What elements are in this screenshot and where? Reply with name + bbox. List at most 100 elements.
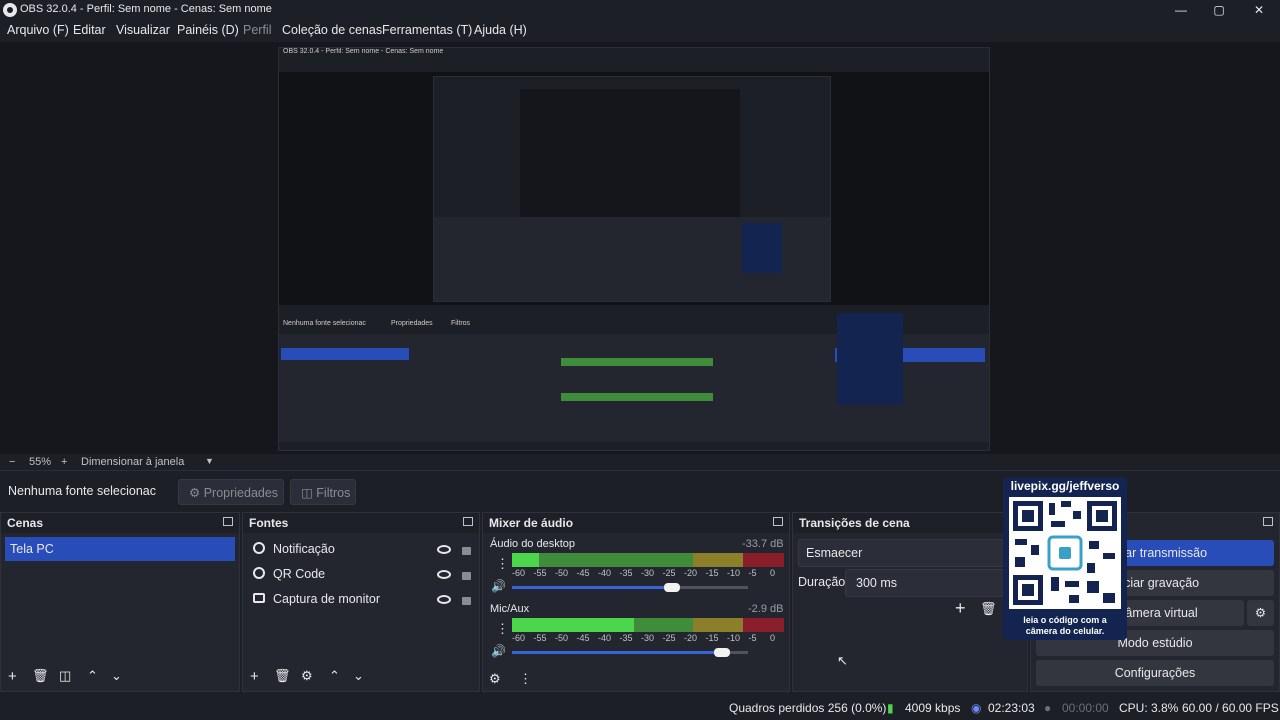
record-time: 00:00:00 (1062, 701, 1109, 715)
eye-icon[interactable] (437, 595, 451, 604)
add-scene-icon[interactable]: + (8, 668, 17, 685)
source-label: Captura de monitor (273, 592, 381, 606)
channel-db: -33.7 dB (742, 538, 784, 550)
maximize-icon[interactable]: ▢ (1204, 1, 1234, 19)
source-properties-icon[interactable]: ⚙ (301, 668, 313, 684)
meter-tick-label: -45 (576, 568, 590, 578)
eye-icon[interactable] (437, 545, 451, 554)
nested-preview (279, 72, 989, 305)
menu-editar[interactable]: Editar (73, 23, 106, 37)
menu-arquivo[interactable]: Arquivo (F) (7, 23, 69, 37)
meter-tick-label: -35 (619, 568, 633, 578)
undock-icon[interactable] (773, 517, 783, 526)
transition-select[interactable]: Esmaecer (798, 539, 1024, 567)
transitions-title: Transições de cena (793, 513, 1027, 533)
source-item[interactable]: QR Code (247, 562, 475, 586)
browser-icon (253, 542, 265, 554)
mixer-menu-icon[interactable]: ⋮ (519, 671, 532, 687)
gear-icon[interactable]: ⚙ (1247, 600, 1274, 626)
scenes-dock: Cenas Tela PC + 🗑 ◫ ⌃ ⌄ (0, 512, 240, 692)
source-label: Notificação (273, 542, 335, 556)
meter-tick-label: -30 (641, 633, 655, 643)
chevron-down-icon[interactable]: ▼ (205, 456, 214, 466)
lock-icon[interactable] (462, 547, 471, 555)
meter-tick-label: -50 (555, 568, 569, 578)
duration-spinbox[interactable]: 300 ms (845, 569, 1024, 597)
menu-perfil[interactable]: Perfil (243, 23, 271, 37)
eye-icon[interactable] (437, 570, 451, 579)
lock-icon[interactable] (462, 572, 471, 580)
stream-live-icon: ◉ (971, 701, 982, 715)
dropped-frames: Quadros perdidos 256 (0.0%) (729, 701, 887, 715)
channel-name: Áudio do desktop (490, 538, 576, 550)
mouse-cursor-icon: ↖ (837, 653, 848, 668)
transitions-dock: Transições de cena Esmaecer Duração 300 … (792, 512, 1028, 692)
source-item[interactable]: Captura de monitor (247, 587, 475, 611)
zoom-bar: − 55% + Dimensionar à janela ▼ (0, 454, 1280, 470)
volume-slider-knob[interactable] (714, 648, 731, 657)
preview-nested-capture: OBS 32.0.4 - Perfil: Sem nome - Cenas: S… (278, 47, 990, 451)
channel-name: Mic/Aux (490, 603, 530, 615)
source-item[interactable]: Notificação (247, 537, 475, 561)
meter-tick-label: -25 (662, 568, 676, 578)
meter-tick-label: -15 (705, 568, 719, 578)
status-bar: Quadros perdidos 256 (0.0%) ▮ 4009 kbps … (0, 697, 1280, 720)
meter-tick-label: -20 (684, 568, 698, 578)
nested-no-source: Nenhuma fonte selecionac (283, 320, 366, 327)
mixer-title: Mixer de áudio (483, 513, 789, 533)
volume-meter (512, 618, 784, 632)
lock-icon[interactable] (462, 597, 471, 605)
meter-tick-label: -5 (748, 568, 757, 578)
speaker-icon[interactable]: 🔊 (491, 644, 506, 658)
meter-zone-r (743, 618, 784, 632)
zoom-out-button[interactable]: − (9, 456, 15, 468)
nested-properties: Propriedades (391, 320, 433, 327)
no-source-label: Nenhuma fonte selecionac (8, 484, 157, 498)
bitrate: 4009 kbps (905, 701, 961, 715)
filter-icon: ◫ (301, 486, 313, 500)
menu-paineis[interactable]: Painéis (D) (177, 23, 239, 37)
properties-label: Propriedades (203, 486, 279, 500)
scene-item[interactable]: Tela PC (5, 537, 235, 561)
volume-meter (512, 553, 784, 567)
properties-button[interactable]: ⚙ Propriedades (178, 479, 284, 505)
move-up-icon[interactable]: ⌃ (329, 668, 340, 684)
remove-transition-icon[interactable]: 🗑 (980, 601, 997, 617)
qr-code-graphic (1013, 501, 1117, 605)
settings-button[interactable]: Configurações (1036, 660, 1274, 686)
filters-button[interactable]: ◫ Filtros (290, 479, 356, 505)
scene-filters-icon[interactable]: ◫ (59, 668, 71, 684)
undock-icon[interactable] (223, 517, 233, 526)
undock-icon[interactable] (463, 517, 473, 526)
close-icon[interactable]: ✕ (1244, 1, 1274, 19)
move-down-icon[interactable]: ⌄ (353, 668, 364, 684)
qr-overlay: livepix.gg/jeffverso leia o código com a… (1003, 477, 1127, 640)
speaker-icon[interactable]: 🔊 (491, 579, 506, 593)
stream-time: 02:23:03 (988, 701, 1035, 715)
source-label: QR Code (273, 567, 326, 581)
remove-scene-icon[interactable]: 🗑 (32, 668, 49, 684)
menu-ajuda[interactable]: Ajuda (H) (474, 23, 527, 37)
move-up-icon[interactable]: ⌃ (87, 668, 98, 684)
add-source-icon[interactable]: + (250, 668, 259, 685)
volume-slider-knob[interactable] (664, 583, 681, 592)
move-down-icon[interactable]: ⌄ (111, 668, 122, 684)
sources-dock: Fontes Notificação QR Code Captura de mo… (242, 512, 480, 692)
mixer-settings-icon[interactable]: ⚙ (489, 671, 501, 687)
menu-visualizar[interactable]: Visualizar (116, 23, 170, 37)
channel-menu-icon[interactable]: ⋮ (496, 621, 509, 637)
channel-menu-icon[interactable]: ⋮ (496, 556, 509, 572)
qr-header: livepix.gg/jeffverso (1010, 479, 1120, 493)
zoom-in-button[interactable]: + (61, 456, 67, 468)
filters-label: Filtros (316, 486, 351, 500)
menu-colecao-cenas[interactable]: Coleção de cenas (282, 23, 382, 37)
volume-slider-track (672, 586, 748, 589)
meter-tick-label: -15 (705, 633, 719, 643)
undock-icon[interactable] (1263, 517, 1273, 526)
meter-tick-label: -60 (512, 568, 526, 578)
remove-source-icon[interactable]: 🗑 (274, 668, 291, 684)
menu-ferramentas[interactable]: Ferramentas (T) (382, 23, 472, 37)
minimize-icon[interactable]: — (1166, 1, 1196, 19)
add-transition-icon[interactable]: + (955, 598, 966, 619)
duration-value: 300 ms (856, 576, 897, 590)
